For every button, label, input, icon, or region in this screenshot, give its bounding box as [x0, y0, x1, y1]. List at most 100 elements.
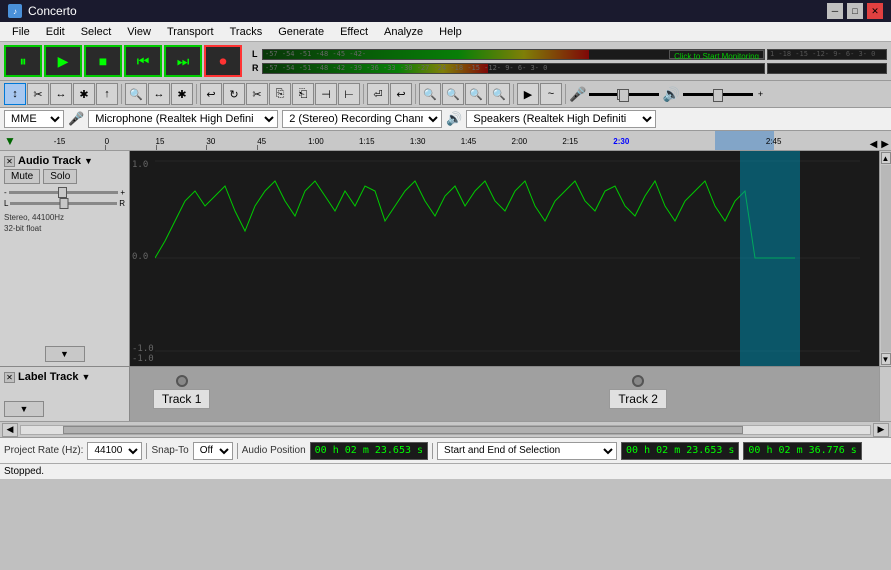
- menu-bar: File Edit Select View Transport Tracks G…: [0, 22, 891, 42]
- tool-pan[interactable]: ↔: [148, 83, 170, 105]
- status-sep2: [237, 443, 238, 459]
- tool-zoom-fit[interactable]: 🔍: [442, 83, 464, 105]
- tool-silence[interactable]: ⏎: [367, 83, 389, 105]
- tool-multi[interactable]: ✱: [171, 83, 193, 105]
- label-track-area: ✕ Label Track ▼ ▼ Track 1 Track 2: [0, 366, 891, 421]
- mute-button[interactable]: Mute: [4, 169, 40, 184]
- snap-to-label: Snap-To: [151, 445, 188, 456]
- maximize-button[interactable]: □: [847, 3, 863, 19]
- selection-mode-select[interactable]: Start and End of Selection: [437, 442, 617, 460]
- menu-file[interactable]: File: [4, 24, 38, 40]
- tool-paste[interactable]: ⎗: [292, 83, 314, 105]
- h-scroll-track[interactable]: [20, 425, 871, 435]
- stop-button[interactable]: ■: [84, 45, 122, 77]
- speaker-device-select[interactable]: Speakers (Realtek High Definiti: [466, 110, 656, 128]
- tool-zoom[interactable]: 🔍: [125, 83, 147, 105]
- tool-redo[interactable]: ↻: [223, 83, 245, 105]
- tool-zoom-tog[interactable]: 🔍: [488, 83, 510, 105]
- time-label: 45: [257, 137, 266, 146]
- output-gain-slider[interactable]: [683, 93, 753, 96]
- close-button[interactable]: ✕: [867, 3, 883, 19]
- tool-sep5: [513, 84, 514, 104]
- menu-tracks[interactable]: Tracks: [222, 24, 271, 40]
- menu-help[interactable]: Help: [431, 24, 470, 40]
- pause-button[interactable]: ⏸: [4, 45, 42, 77]
- tool-sep3: [363, 84, 364, 104]
- tool-zoom-out[interactable]: 🔍: [419, 83, 441, 105]
- waveform-display: 1.0 0.0 -1.0 1.0 0.0 -1.0: [130, 151, 891, 366]
- tool-select[interactable]: ↕: [4, 83, 26, 105]
- vertical-scrollbar[interactable]: ▲ ▼: [879, 151, 891, 366]
- solo-button[interactable]: Solo: [43, 169, 77, 184]
- menu-select[interactable]: Select: [73, 24, 120, 40]
- minimize-button[interactable]: ─: [827, 3, 843, 19]
- menu-effect[interactable]: Effect: [332, 24, 376, 40]
- tool-copy[interactable]: ⎘: [269, 83, 291, 105]
- track-info: Stereo, 44100Hz32-bit float: [4, 212, 125, 234]
- input-gain-slider[interactable]: [589, 93, 659, 96]
- tool-undo[interactable]: ↩: [200, 83, 222, 105]
- label-track-close-btn[interactable]: ✕: [4, 372, 15, 383]
- track-down-button[interactable]: ▼: [45, 346, 85, 362]
- time-label: 30: [206, 137, 215, 146]
- scroll-left-button[interactable]: ◀: [2, 423, 18, 437]
- monitor-button[interactable]: Click to Start Monitoring: [669, 50, 764, 59]
- time-tick: [105, 145, 106, 150]
- driver-select[interactable]: MME: [4, 110, 64, 128]
- skip-fwd-button[interactable]: ⏭: [164, 45, 202, 77]
- tool-cut2[interactable]: ✂: [246, 83, 268, 105]
- menu-edit[interactable]: Edit: [38, 24, 73, 40]
- snap-to-select[interactable]: Off: [193, 442, 233, 460]
- selection-end-display: 00 h 02 m 36.776 s: [743, 442, 861, 460]
- project-rate-label: Project Rate (Hz):: [4, 445, 83, 456]
- menu-transport[interactable]: Transport: [159, 24, 222, 40]
- meter-r-right-scale: 1 -18 -15 -12- 9- 6- 3- 0: [770, 50, 875, 58]
- volume-slider[interactable]: [9, 191, 119, 194]
- tool-sep1: [121, 84, 122, 104]
- menu-analyze[interactable]: Analyze: [376, 24, 431, 40]
- tool-envelope[interactable]: ↔: [50, 83, 72, 105]
- track-close-btn[interactable]: ✕: [4, 156, 15, 167]
- tool-cut[interactable]: ✂: [27, 83, 49, 105]
- audio-position-display: 00 h 02 m 23.653 s: [310, 442, 428, 460]
- label-track-display: Track 1 Track 2: [130, 367, 891, 421]
- tool-play-once[interactable]: ▶: [517, 83, 539, 105]
- timeline-nav-left[interactable]: ◀: [868, 139, 880, 150]
- status-sep1: [146, 443, 147, 459]
- vol-minus: -: [4, 188, 7, 197]
- tool-undo2[interactable]: ↩: [390, 83, 412, 105]
- project-rate-select[interactable]: 44100: [87, 442, 142, 460]
- tool-draw[interactable]: ✱: [73, 83, 95, 105]
- h-scroll-thumb[interactable]: [63, 426, 742, 434]
- tool-split[interactable]: ⊢: [338, 83, 360, 105]
- tool-trim[interactable]: ⊣: [315, 83, 337, 105]
- time-tick: [257, 145, 258, 150]
- label-track1-text: Track 1: [153, 389, 211, 409]
- label-track-arrow[interactable]: ▼: [82, 372, 91, 382]
- menu-view[interactable]: View: [119, 24, 159, 40]
- mic-device-select[interactable]: Microphone (Realtek High Defini: [88, 110, 278, 128]
- tool-zoom-sel[interactable]: 🔍: [465, 83, 487, 105]
- audio-track-arrow[interactable]: ▼: [84, 156, 93, 166]
- timeline-nav-right[interactable]: ▶: [879, 139, 891, 150]
- record-button[interactable]: ⏺: [204, 45, 242, 77]
- channels-select[interactable]: 2 (Stereo) Recording Channels: [282, 110, 442, 128]
- app-title: Concerto: [28, 4, 77, 18]
- time-label: -15: [54, 137, 66, 146]
- transport-bar: ⏸ ▶ ■ ⏮ ⏭ ⏺ L -57 -54 -51 -48 -45 -42- C…: [0, 42, 891, 81]
- timeline-start-arrow[interactable]: ▼: [0, 134, 20, 148]
- scroll-right-button[interactable]: ▶: [873, 423, 889, 437]
- mic-icon: 🎤: [569, 86, 586, 103]
- gain-plus: +: [758, 89, 763, 99]
- app-icon: ♪: [8, 4, 22, 18]
- tool-loop[interactable]: ~: [540, 83, 562, 105]
- meter-l-label: L: [252, 49, 260, 59]
- skip-back-button[interactable]: ⏮: [124, 45, 162, 77]
- tool-zoom-in[interactable]: ↑: [96, 83, 118, 105]
- label-track-panel: ✕ Label Track ▼ ▼: [0, 367, 130, 421]
- pan-slider[interactable]: [10, 202, 117, 205]
- menu-generate[interactable]: Generate: [270, 24, 332, 40]
- label-track-down-button[interactable]: ▼: [4, 401, 44, 417]
- label-marker-pin2: [632, 375, 644, 387]
- play-button[interactable]: ▶: [44, 45, 82, 77]
